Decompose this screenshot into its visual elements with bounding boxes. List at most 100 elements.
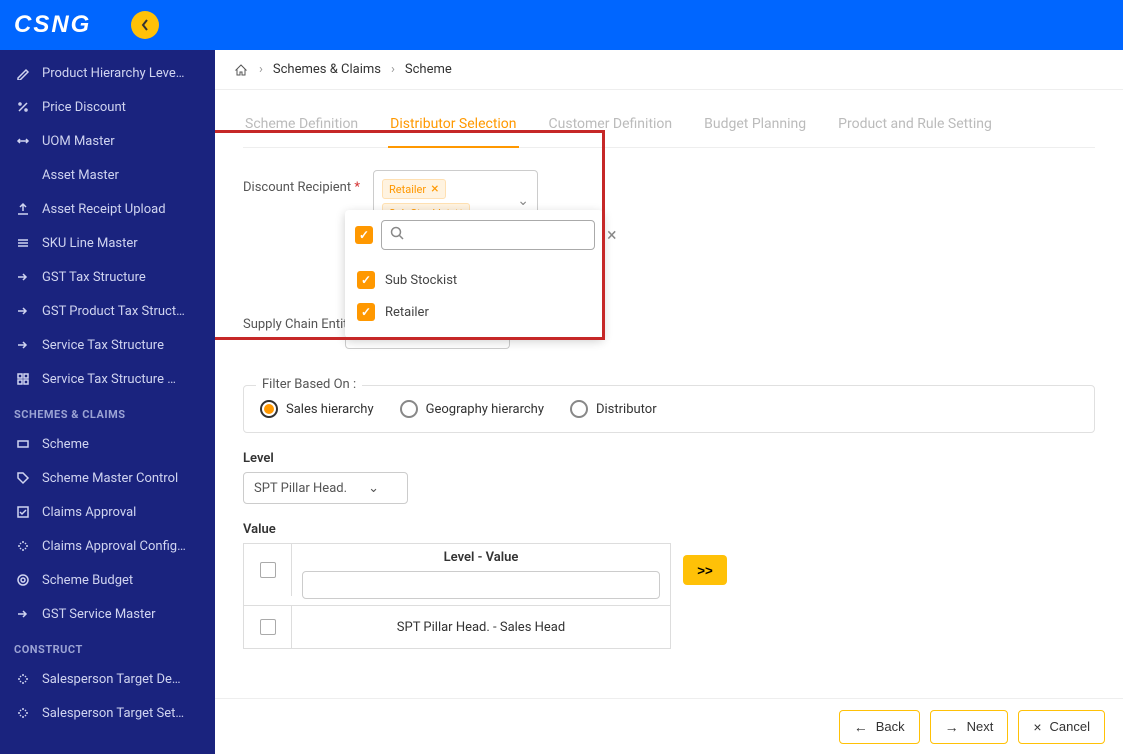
- chip-remove-icon[interactable]: ×: [431, 182, 438, 196]
- sidebar-item-label: Scheme Budget: [42, 573, 133, 588]
- sidebar-item-top-0[interactable]: Product Hierarchy Leve…: [0, 56, 215, 90]
- chevron-right-icon: ›: [259, 62, 263, 77]
- transfer-button[interactable]: >>: [683, 555, 727, 585]
- sidebar-item-label: Claims Approval: [42, 505, 136, 520]
- select-all-checkbox[interactable]: [355, 226, 373, 244]
- pencil-icon: [14, 64, 32, 82]
- sidebar-item-label: Salesperson Target Set…: [42, 706, 184, 721]
- close-icon[interactable]: ×: [603, 225, 621, 246]
- target-icon: [14, 571, 32, 589]
- filter-group: Filter Based On : Sales hierarchyGeograp…: [243, 385, 1095, 433]
- gear-icon: [14, 670, 32, 688]
- dropdown-option-retailer[interactable]: Retailer: [355, 296, 593, 328]
- sidebar-item-schemes-1[interactable]: Scheme Master Control: [0, 461, 215, 495]
- close-icon: ×: [1033, 719, 1041, 735]
- radios: Sales hierarchy Geography hierarchy Distri…: [260, 400, 1078, 418]
- value-header-title: Level - Value: [444, 550, 519, 565]
- chevron-down-icon: ⌄: [368, 481, 379, 496]
- sidebar-item-construct-1[interactable]: Salesperson Target Set…: [0, 696, 215, 730]
- sidebar-item-top-6[interactable]: GST Tax Structure: [0, 260, 215, 294]
- tab-customer-definition[interactable]: Customer Definition: [547, 108, 675, 147]
- tab-budget-planning[interactable]: Budget Planning: [702, 108, 808, 147]
- value-row-checkbox-cell: [244, 606, 292, 648]
- sidebar-item-top-8[interactable]: Service Tax Structure: [0, 328, 215, 362]
- back-button[interactable]: ← Back: [839, 710, 920, 744]
- select-all-values-checkbox[interactable]: [260, 562, 276, 578]
- value-table-wrap: Level - Value SPT Pillar Head. - Sales H…: [243, 543, 1095, 649]
- tab-scheme-definition[interactable]: Scheme Definition: [243, 108, 360, 147]
- chevron-down-icon: ⌄: [517, 193, 529, 209]
- radio-geography-hierarchy[interactable]: Geography hierarchy: [400, 400, 544, 418]
- sidebar-item-top-7[interactable]: GST Product Tax Struct…: [0, 294, 215, 328]
- sidebar-item-label: GST Service Master: [42, 607, 156, 622]
- radio-circle-icon: [260, 400, 278, 418]
- list-icon: [14, 234, 32, 252]
- sidebar-item-schemes-0[interactable]: Scheme: [0, 427, 215, 461]
- arrow-right-icon: →: [945, 719, 959, 735]
- back-button-label: Back: [876, 719, 905, 734]
- sidebar-item-top-2[interactable]: UOM Master: [0, 124, 215, 158]
- percent-icon: [14, 98, 32, 116]
- value-header-checkbox-cell: [244, 544, 292, 596]
- level-label: Level: [243, 451, 1095, 466]
- topbar: CSNG: [0, 0, 1123, 50]
- radio-sales-hierarchy[interactable]: Sales hierarchy: [260, 400, 374, 418]
- chip-retailer: Retailer×: [382, 179, 446, 199]
- grid-icon: [14, 370, 32, 388]
- arrow-left-icon: ←: [854, 719, 868, 735]
- upload-icon: [14, 200, 32, 218]
- card-icon: [14, 435, 32, 453]
- tab-distributor-selection[interactable]: Distributor Selection: [388, 108, 518, 148]
- sidebar-item-label: Service Tax Structure: [42, 338, 164, 353]
- home-icon[interactable]: [233, 62, 249, 78]
- sidebar-collapse-button[interactable]: [131, 11, 159, 39]
- dropdown-options: Sub StockistRetailer: [355, 264, 593, 328]
- sidebar-item-label: Scheme Master Control: [42, 471, 178, 486]
- level-select[interactable]: SPT Pillar Head. ⌄: [243, 472, 408, 504]
- radio-label: Distributor: [596, 402, 657, 417]
- sidebar-item-label: GST Product Tax Struct…: [42, 304, 185, 319]
- radio-distributor[interactable]: Distributor: [570, 400, 657, 418]
- sidebar-item-schemes-2[interactable]: Claims Approval: [0, 495, 215, 529]
- sidebar-item-construct-0[interactable]: Salesperson Target De…: [0, 662, 215, 696]
- breadcrumb-item-schemes[interactable]: Schemes & Claims: [273, 62, 381, 77]
- dropdown-option-sub-stockist[interactable]: Sub Stockist: [355, 264, 593, 296]
- sidebar-item-schemes-5[interactable]: GST Service Master: [0, 597, 215, 631]
- discount-recipient-label: Discount Recipient *: [243, 170, 373, 195]
- cancel-button-label: Cancel: [1050, 719, 1090, 734]
- value-filter-input[interactable]: [302, 571, 660, 599]
- sidebar-item-top-4[interactable]: Asset Receipt Upload: [0, 192, 215, 226]
- content: Scheme Definition Distributor Selection Cu…: [215, 90, 1123, 729]
- dropdown-search-input[interactable]: [410, 228, 586, 243]
- chevron-left-icon: [141, 19, 149, 31]
- option-checkbox[interactable]: [357, 271, 375, 289]
- sidebar-item-top-5[interactable]: SKU Line Master: [0, 226, 215, 260]
- sidebar-item-schemes-4[interactable]: Scheme Budget: [0, 563, 215, 597]
- tab-product-and-rule-setting[interactable]: Product and Rule Setting: [836, 108, 994, 147]
- arrow-right-icon: [14, 302, 32, 320]
- sidebar-item-label: UOM Master: [42, 134, 115, 149]
- footer: ← Back → Next × Cancel: [215, 698, 1123, 754]
- sidebar-item-schemes-3[interactable]: Claims Approval Config…: [0, 529, 215, 563]
- logo: CSNG: [14, 11, 91, 39]
- radio-label: Sales hierarchy: [286, 402, 374, 417]
- sidebar-section-construct: CONSTRUCT: [0, 631, 215, 662]
- option-checkbox[interactable]: [357, 303, 375, 321]
- gear-icon: [14, 704, 32, 722]
- blank-icon: [14, 166, 32, 184]
- next-button-label: Next: [967, 719, 994, 734]
- sidebar-item-label: Claims Approval Config…: [42, 539, 186, 554]
- breadcrumb-item-scheme[interactable]: Scheme: [405, 62, 452, 77]
- radio-label: Geography hierarchy: [426, 402, 544, 417]
- arrow-right-icon: [14, 605, 32, 623]
- sidebar-item-top-1[interactable]: Price Discount: [0, 90, 215, 124]
- level-select-value: SPT Pillar Head.: [254, 481, 347, 496]
- tag-icon: [14, 469, 32, 487]
- dropdown-panel: × Sub StockistRetailer: [345, 210, 603, 338]
- cancel-button[interactable]: × Cancel: [1018, 710, 1105, 744]
- sidebar-item-label: Asset Receipt Upload: [42, 202, 166, 217]
- sidebar-item-top-9[interactable]: Service Tax Structure …: [0, 362, 215, 396]
- next-button[interactable]: → Next: [930, 710, 1009, 744]
- value-row-checkbox[interactable]: [260, 619, 276, 635]
- sidebar-item-top-3[interactable]: Asset Master: [0, 158, 215, 192]
